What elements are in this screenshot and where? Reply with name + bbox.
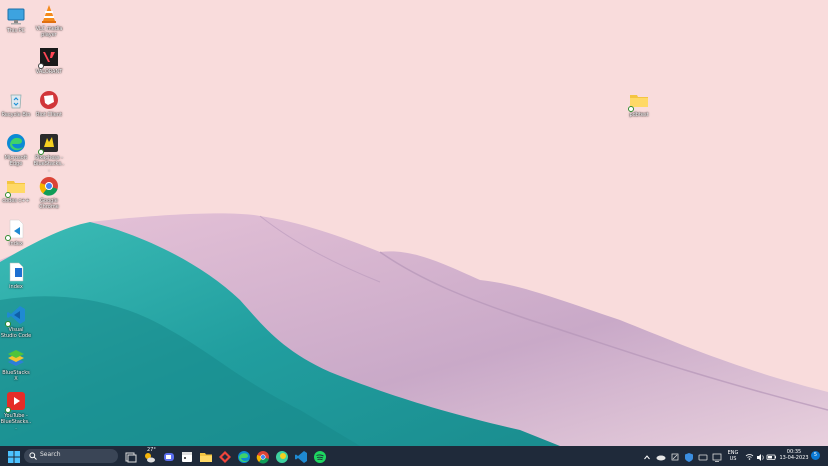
tray-display[interactable]	[712, 449, 722, 463]
edge-icon	[6, 133, 26, 153]
display-icon	[712, 453, 722, 462]
desktop-icon-label: Recycle Bin	[1, 112, 31, 118]
desktop-icon-riot-client[interactable]: Riot Client	[33, 90, 65, 118]
weather-widget[interactable]: 27°	[143, 447, 159, 463]
language-region: US	[729, 456, 737, 462]
folder-icon	[5, 176, 26, 198]
desktop-icon-vlc[interactable]: VLC media player	[33, 4, 65, 38]
pen-tablet-icon	[671, 453, 679, 461]
task-view-icon	[125, 452, 137, 463]
language-indicator[interactable]: ENG US	[726, 450, 740, 462]
desktop-icon-label: codes c++	[2, 198, 30, 204]
desktop-icon-codes-cpp[interactable]: codes c++	[0, 176, 32, 204]
desktop-icon-chrome[interactable]: Google Chrome	[33, 176, 65, 210]
desktop-icon-label: This PC	[6, 28, 26, 34]
tray-onedrive[interactable]	[656, 449, 666, 463]
valorant-icon	[38, 47, 59, 69]
vscode-icon	[5, 305, 26, 327]
folder-icon	[628, 90, 649, 112]
computer-icon	[6, 6, 26, 26]
clock-date: 13-04-2023	[779, 455, 809, 461]
desktop-icon-label: pdbtest	[629, 112, 649, 118]
edge-icon	[238, 451, 250, 463]
youtube-icon	[5, 391, 26, 413]
bluestacks-icon	[6, 348, 26, 368]
quick-settings-icons	[745, 454, 776, 461]
vlc-cone-icon	[39, 4, 59, 24]
desktop-icon-index-code[interactable]: index	[0, 219, 32, 247]
desktop-icon-pdbtest[interactable]: pdbtest	[623, 90, 655, 118]
notification-badge[interactable]: 5	[811, 451, 820, 460]
taskbar-app-chat[interactable]	[162, 449, 176, 463]
desktop-icon-label: VLC media player	[35, 26, 63, 38]
desktop-icon-bluestacks-x[interactable]: BlueStacks X	[0, 348, 32, 382]
desktop-icon-this-pc[interactable]: This PC	[0, 6, 32, 34]
dune-landscape	[0, 213, 828, 446]
keyboard-icon	[698, 454, 708, 461]
desktop-icon-label: index	[9, 284, 23, 290]
weather-temperature: 27°	[147, 447, 156, 453]
file-explorer-icon	[200, 453, 212, 462]
desktop-icon-valorant[interactable]: VALORANT	[33, 47, 65, 75]
taskbar-search-box[interactable]: Search	[24, 449, 118, 463]
windows-logo-icon	[8, 451, 20, 463]
taskbar: Search 27° ENG US 00:35 13-04-2023 5	[0, 446, 828, 466]
chrome-icon	[256, 451, 269, 464]
recycle-bin-icon	[6, 90, 26, 110]
vscode-file-icon	[5, 219, 26, 241]
vscode-icon	[295, 451, 307, 463]
search-label: Search	[40, 451, 61, 458]
clock[interactable]: 00:35 13-04-2023	[779, 449, 809, 461]
tray-app-icon[interactable]	[684, 449, 694, 463]
python-ide-icon	[276, 451, 288, 463]
taskbar-app-anydesk[interactable]	[218, 449, 232, 463]
desktop-icon-pikachess[interactable]: Pikachess - BlueStacks...	[33, 133, 65, 173]
desktop-icon-label: VALORANT	[35, 69, 63, 75]
taskbar-app-edge[interactable]	[237, 449, 251, 463]
spotify-icon	[314, 451, 326, 463]
desktop-icon-label: index	[9, 241, 23, 247]
desktop-icon-recycle-bin[interactable]: Recycle Bin	[0, 90, 32, 118]
search-icon	[29, 452, 37, 460]
taskbar-app-calendar[interactable]	[180, 449, 194, 463]
pikachess-icon	[38, 133, 59, 155]
quick-settings-button[interactable]	[744, 449, 778, 463]
video-chat-icon	[164, 453, 174, 461]
desktop-icon-label: BlueStacks X	[2, 370, 30, 382]
taskbar-app-chrome[interactable]	[256, 449, 270, 464]
taskbar-app-pycharm[interactable]	[275, 449, 289, 463]
task-view-button[interactable]	[123, 449, 137, 463]
desktop-icon-index-doc[interactable]: index	[0, 262, 32, 290]
desktop-icon-label: Pikachess - BlueStacks...	[33, 155, 65, 173]
desktop-icon-label: Riot Client	[36, 112, 62, 118]
tray-keyboard[interactable]	[698, 449, 708, 463]
taskbar-app-file-explorer[interactable]	[199, 449, 213, 463]
notification-count: 5	[813, 452, 818, 458]
document-icon	[6, 262, 26, 282]
riot-fist-icon	[39, 90, 59, 110]
desktop-icon-youtube-bluestacks[interactable]: YouTube - BlueStacks...	[0, 391, 32, 431]
chrome-icon	[39, 176, 59, 196]
calendar-icon	[182, 452, 192, 462]
tray-network-ext[interactable]	[670, 449, 680, 463]
desktop-icon-vscode[interactable]: Visual Studio Code	[0, 305, 32, 339]
security-shield-icon	[685, 453, 693, 462]
wifi-icon	[745, 454, 754, 458]
show-hidden-icons-button[interactable]	[643, 449, 651, 463]
desktop-icon-label: YouTube - BlueStacks...	[0, 413, 32, 431]
desktop-icon-edge[interactable]: Microsoft Edge	[0, 133, 32, 167]
volume-icon	[757, 454, 761, 461]
desktop-icon-label: Visual Studio Code	[0, 327, 32, 339]
desktop-wallpaper	[0, 0, 828, 446]
taskbar-app-spotify[interactable]	[313, 449, 327, 463]
desktop-icon-label: Microsoft Edge	[4, 155, 28, 167]
desktop-icon-label: Google Chrome	[39, 198, 59, 210]
taskbar-app-vscode[interactable]	[294, 449, 308, 463]
chevron-up-icon	[644, 455, 650, 460]
cloud-icon	[656, 455, 666, 461]
anydesk-icon	[219, 451, 231, 463]
start-button[interactable]	[7, 449, 21, 463]
